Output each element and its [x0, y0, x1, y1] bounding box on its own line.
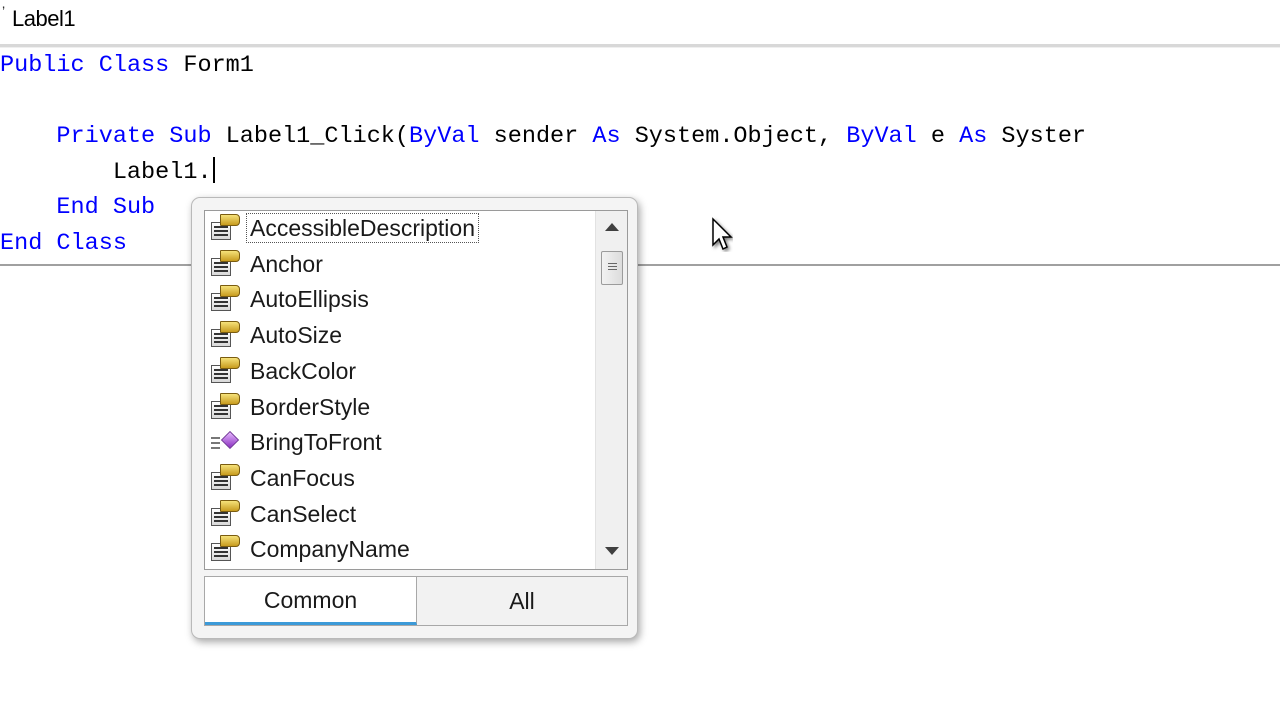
keyword: ByVal	[409, 123, 480, 150]
toolbar-separator-highlight	[0, 47, 1280, 48]
property-icon	[211, 535, 240, 563]
completion-item-label: BackColor	[250, 357, 357, 384]
class-name: Form1	[183, 52, 254, 79]
completion-list[interactable]: AccessibleDescription Anchor AutoEllipsis A…	[204, 210, 628, 570]
completion-item[interactable]: BringToFront	[205, 425, 591, 461]
completion-tabs: Common All	[204, 576, 628, 626]
scroll-up-icon[interactable]	[605, 223, 619, 231]
scroll-thumb[interactable]	[601, 251, 623, 285]
completion-item-label: Anchor	[250, 250, 323, 277]
member-icon: ’	[2, 3, 6, 19]
keyword: End	[56, 194, 99, 221]
mouse-cursor-icon	[712, 217, 733, 251]
completion-item[interactable]: CompanyName	[205, 532, 591, 568]
keyword: As	[959, 123, 988, 150]
param-name: sender	[493, 123, 579, 150]
member-dropdown-bar[interactable]: ’ Label1	[0, 0, 1280, 42]
completion-item[interactable]: BorderStyle	[205, 390, 591, 426]
keyword: End	[0, 230, 43, 257]
property-icon	[211, 463, 240, 492]
completion-item[interactable]: AutoSize	[205, 318, 591, 354]
grip-icon	[608, 263, 617, 264]
param-name: e	[930, 123, 945, 150]
completion-item-label: BringToFront	[250, 429, 382, 456]
completion-item[interactable]: AutoEllipsis	[205, 282, 591, 318]
keyword: Sub	[169, 123, 212, 150]
code-line-6[interactable]: End Class	[0, 228, 127, 260]
completion-scrollbar[interactable]	[595, 211, 627, 569]
property-icon	[211, 249, 240, 278]
completion-item-label: CompanyName	[250, 536, 410, 563]
type-name: Syster	[1001, 123, 1087, 150]
completion-item-label: CanFocus	[250, 464, 355, 491]
keyword: Public	[0, 52, 85, 79]
keyword: Sub	[112, 194, 156, 221]
intellisense-popup: AccessibleDescription Anchor AutoEllipsis A…	[191, 197, 638, 639]
scroll-down-icon[interactable]	[605, 547, 619, 555]
member-dropdown-label[interactable]: Label1	[12, 6, 76, 32]
keyword: As	[592, 123, 621, 150]
tab-all[interactable]: All	[417, 577, 627, 625]
property-icon	[211, 321, 240, 349]
keyword: Class	[98, 52, 170, 79]
property-icon	[211, 499, 240, 528]
keyword: Private	[56, 123, 156, 150]
tab-common[interactable]: Common	[205, 577, 417, 625]
completion-item-label: CanSelect	[250, 500, 357, 527]
property-icon	[211, 356, 240, 385]
property-icon	[211, 214, 240, 242]
completion-item-label: AccessibleDescription	[245, 212, 480, 244]
code-line-3[interactable]: Private Sub Label1_Click(ByVal sender As…	[0, 121, 1086, 153]
keyword: ByVal	[846, 123, 917, 150]
current-expression: Label1.	[112, 159, 212, 186]
property-icon	[211, 392, 240, 421]
property-icon	[211, 285, 240, 313]
code-line-4[interactable]: Label1.	[0, 157, 215, 189]
method-icon	[211, 428, 240, 456]
completion-item-label: AutoSize	[250, 322, 343, 349]
completion-item[interactable]: AccessibleDescription	[205, 211, 591, 247]
completion-item-label: AutoEllipsis	[250, 286, 369, 313]
completion-item[interactable]: Anchor	[205, 247, 591, 283]
completion-item[interactable]: CanSelect	[205, 497, 591, 533]
text-caret	[212, 157, 215, 183]
keyword: Class	[56, 230, 127, 257]
method-signature: Label1_Click(	[225, 123, 410, 150]
completion-item-label: BorderStyle	[250, 393, 371, 420]
completion-item[interactable]: CanFocus	[205, 461, 591, 497]
code-line-5[interactable]: End Sub	[0, 192, 155, 224]
completion-item[interactable]: BackColor	[205, 354, 591, 390]
type-name: System.Object,	[634, 123, 833, 150]
code-line-1[interactable]: Public Class Form1	[0, 50, 254, 82]
